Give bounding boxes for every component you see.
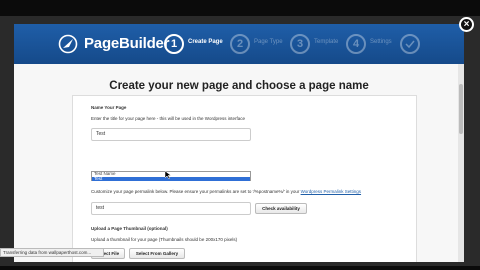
name-section-label: Name Your Page [91,105,127,110]
step-label: Page Type [254,39,283,45]
close-modal-button[interactable]: × [459,17,474,32]
thumbnail-section-label: Upload a Page Thumbnail (optional) [91,226,168,231]
step-number: 2 [230,34,250,54]
step-number: 1 [164,34,184,54]
page-builder-modal: PageBuilder 1 Create Page 2 Page Type 3 … [14,24,464,262]
pagebuilder-logo-icon [58,34,78,54]
permalink-settings-link[interactable]: Wordpress Permalink Settings [301,189,361,194]
name-help-text: Enter the title for your page here - thi… [91,116,245,121]
step-label: Create Page [188,39,223,45]
video-frame: PageBuilder 1 Create Page 2 Page Type 3 … [0,0,480,270]
step-number: 3 [290,34,310,54]
check-availability-button[interactable]: Check availability [255,203,307,214]
autocomplete-dropdown: Test Name Test [91,171,251,181]
permalink-help-text: Customize your page permalink below. Ple… [91,189,361,194]
scrollbar-thumb[interactable] [459,84,463,134]
select-from-gallery-button[interactable]: Select From Gallery [129,248,185,259]
create-page-form: Name Your Page Enter the title for your … [72,95,417,262]
checkmark-icon [400,34,420,54]
wizard-header: PageBuilder 1 Create Page 2 Page Type 3 … [14,24,464,64]
step-number: 4 [346,34,366,54]
browser-status-bar: Transferring data from wallpaperthost.co… [0,248,104,257]
permalink-input[interactable]: test [91,202,251,215]
page-name-input[interactable]: Test [91,128,251,141]
app-logo-text: PageBuilder [84,35,170,52]
mouse-pointer-icon [165,171,171,179]
step-label: Template [314,39,339,45]
permalink-help-prefix: Customize your page permalink below. Ple… [91,189,300,194]
thumbnail-help-text: Upload a thumbnail for your page (Thumbn… [91,237,238,242]
autocomplete-option-selected[interactable]: Test [92,176,250,181]
page-title: Create your new page and choose a page n… [109,80,369,92]
step-label: Settings [370,39,392,45]
